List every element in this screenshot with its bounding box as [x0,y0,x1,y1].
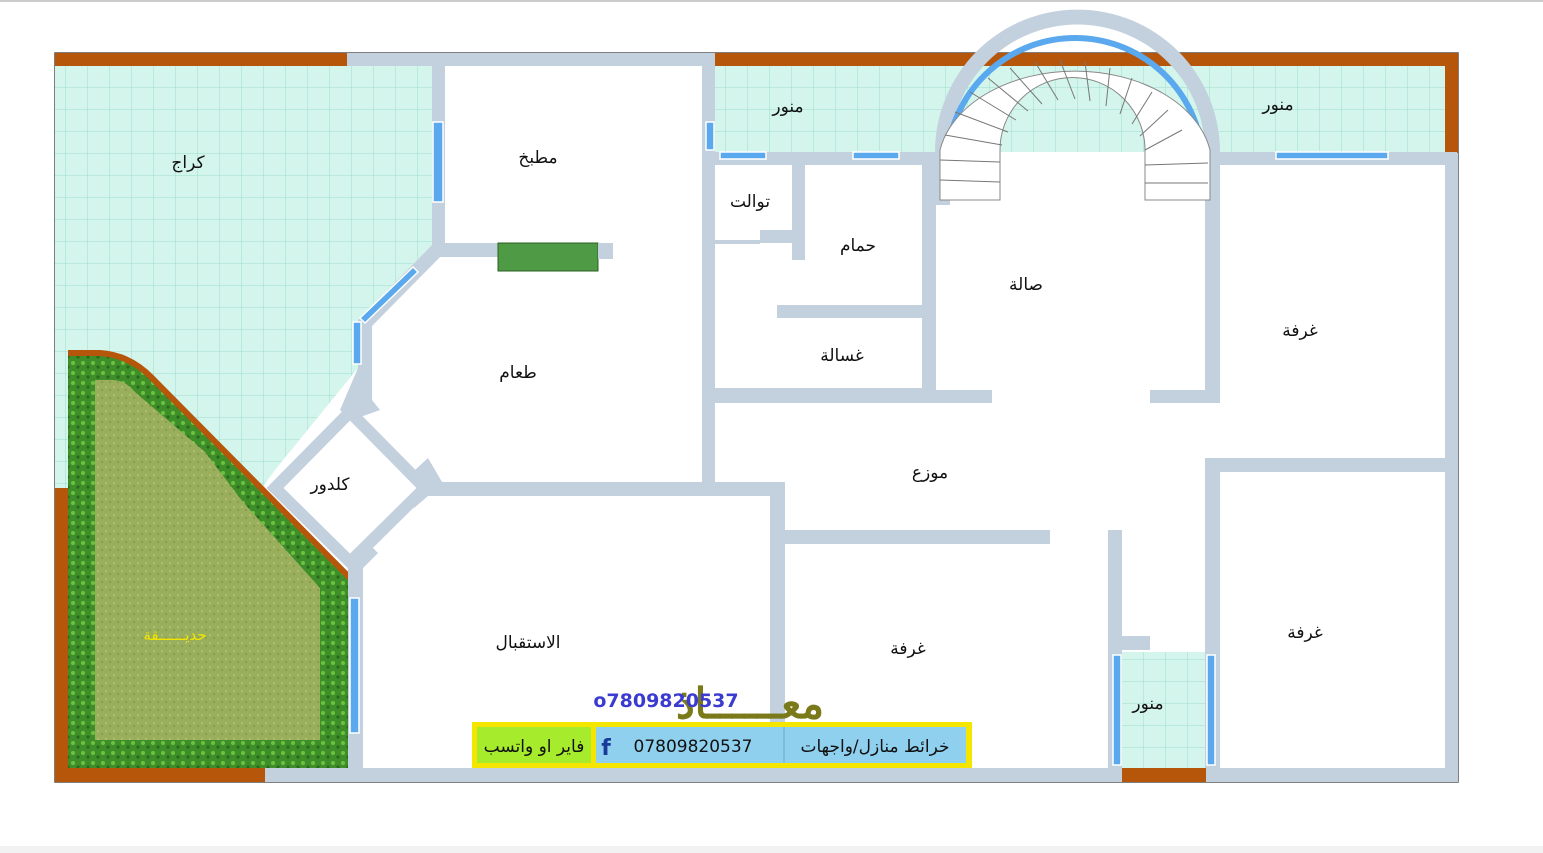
label-light-well-top-right: منور [1261,95,1293,115]
floor-plan: كراج مطبخ منور منور توالت حمام غسالة صال… [0,0,1543,853]
facebook-icon: f [601,736,611,761]
label-kitchen: مطبخ [518,148,557,168]
banner-service: خرائط منازل/واجهات [800,737,949,757]
label-bedroom-right-lower: غرفة [1287,623,1323,643]
label-garage: كراج [171,153,205,173]
banner-phone: 07809820537 [634,737,753,757]
label-light-well-bottom: منور [1131,694,1163,714]
planter-wall [598,243,613,259]
label-toilet: توالت [730,192,770,212]
label-corridor-entry: كلدور [309,475,350,495]
banner-contact-label: فاير او واتسب [484,737,585,757]
label-distributor: موزع [912,463,948,483]
label-dining: طعام [499,363,536,383]
label-reception: الاستقبال [495,633,560,653]
label-garden: حديــــــقة [143,626,206,644]
label-bedroom-right-upper: غرفة [1282,321,1318,341]
planter [497,242,599,272]
contact-banner: فاير او واتسب f 07809820537 خرائط منازل/… [472,722,972,768]
label-laundry: غسالة [820,346,864,366]
label-light-well-top-left: منور [771,97,803,117]
signature-phone: o7809820537 [593,690,738,712]
label-bedroom-center: غرفة [890,639,926,659]
bottom-band [0,846,1543,853]
label-living-hall: صالة [1009,275,1043,295]
label-bathroom: حمام [840,236,876,256]
